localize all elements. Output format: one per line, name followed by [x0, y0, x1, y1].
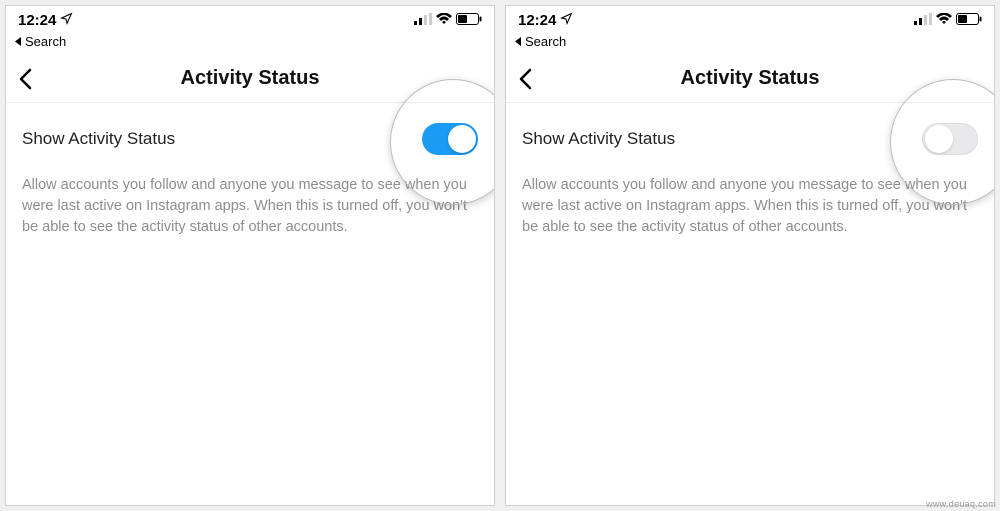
- status-time: 12:24: [18, 12, 56, 29]
- phone-screen-left: 12:24 Search Activity Status: [5, 5, 495, 506]
- back-search-label: Search: [25, 34, 66, 49]
- nav-bar: Activity Status: [506, 55, 994, 103]
- nav-back-button[interactable]: [18, 68, 32, 90]
- activity-status-row: Show Activity Status: [6, 103, 494, 169]
- signal-icon: [414, 12, 432, 29]
- back-triangle-icon: [514, 34, 523, 49]
- wifi-icon: [436, 12, 452, 29]
- page-title: Activity Status: [6, 67, 494, 90]
- activity-status-label: Show Activity Status: [522, 129, 675, 149]
- activity-status-toggle[interactable]: [422, 123, 478, 155]
- wifi-icon: [936, 12, 952, 29]
- location-icon: [60, 12, 73, 29]
- status-time: 12:24: [518, 12, 556, 29]
- status-bar: 12:24: [6, 6, 494, 34]
- phone-screen-right: 12:24 Search Activity Status: [505, 5, 995, 506]
- back-to-search[interactable]: Search: [506, 34, 994, 55]
- status-bar: 12:24: [506, 6, 994, 34]
- toggle-knob: [448, 125, 476, 153]
- back-to-search[interactable]: Search: [6, 34, 494, 55]
- activity-status-label: Show Activity Status: [22, 129, 175, 149]
- back-triangle-icon: [14, 34, 23, 49]
- battery-icon: [456, 12, 482, 29]
- back-search-label: Search: [525, 34, 566, 49]
- nav-back-button[interactable]: [518, 68, 532, 90]
- activity-status-description: Allow accounts you follow and anyone you…: [6, 169, 494, 254]
- watermark: www.deuaq.com: [926, 499, 996, 509]
- page-title: Activity Status: [506, 67, 994, 90]
- signal-icon: [914, 12, 932, 29]
- activity-status-description: Allow accounts you follow and anyone you…: [506, 169, 994, 254]
- activity-status-row: Show Activity Status: [506, 103, 994, 169]
- chevron-left-icon: [18, 68, 32, 90]
- nav-bar: Activity Status: [6, 55, 494, 103]
- chevron-left-icon: [518, 68, 532, 90]
- activity-status-toggle[interactable]: [922, 123, 978, 155]
- toggle-knob: [925, 125, 953, 153]
- battery-icon: [956, 12, 982, 29]
- location-icon: [560, 12, 573, 29]
